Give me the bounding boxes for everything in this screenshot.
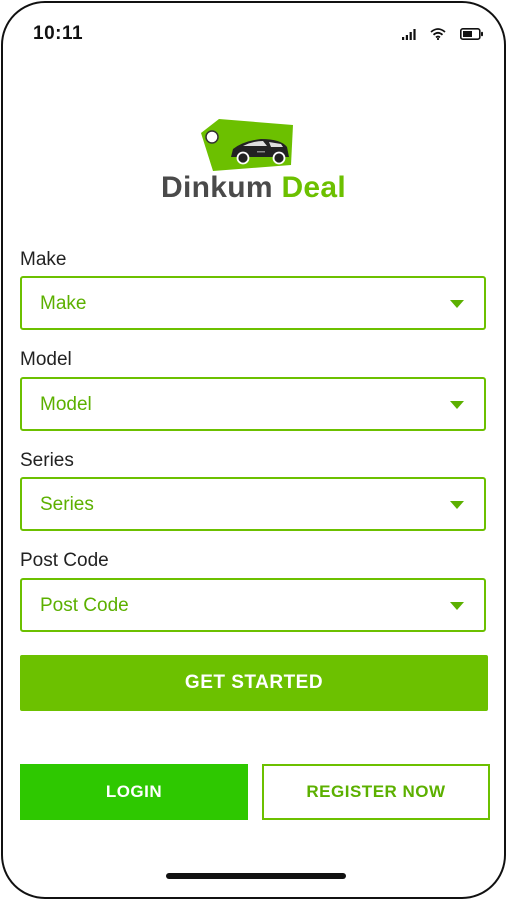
logo: Dinkum Deal	[3, 111, 504, 211]
chevron-down-icon	[450, 401, 464, 409]
make-select-value: Make	[40, 293, 87, 314]
logo-wordmark: Dinkum Deal	[3, 171, 504, 205]
postcode-select-value: Post Code	[40, 595, 129, 616]
chevron-down-icon	[450, 602, 464, 610]
chevron-down-icon	[450, 501, 464, 509]
model-select-value: Model	[40, 394, 92, 415]
car-price-tag-icon	[197, 115, 299, 178]
logo-word-dinkum: Dinkum	[160, 171, 273, 204]
chevron-down-icon	[450, 300, 464, 308]
status-icons	[402, 27, 484, 45]
status-bar: 10:11	[3, 3, 504, 63]
postcode-select[interactable]: Post Code	[20, 578, 486, 632]
status-time: 10:11	[33, 23, 84, 44]
login-button[interactable]: LOGIN	[20, 764, 248, 820]
home-indicator[interactable]	[166, 873, 346, 879]
model-select[interactable]: Model	[20, 377, 486, 431]
battery-icon	[460, 27, 484, 45]
phone-frame: 10:11 Dinkum Deal Make Make Model Model …	[1, 1, 506, 899]
wifi-icon	[430, 27, 446, 45]
get-started-button[interactable]: GET STARTED	[20, 655, 488, 711]
series-select-value: Series	[40, 494, 94, 515]
series-label: Series	[20, 450, 74, 471]
logo-word-deal: Deal	[281, 171, 347, 204]
make-select[interactable]: Make	[20, 276, 486, 330]
series-select[interactable]: Series	[20, 477, 486, 531]
postcode-label: Post Code	[20, 550, 109, 571]
register-now-button[interactable]: REGISTER NOW	[262, 764, 490, 820]
make-label: Make	[20, 249, 67, 270]
model-label: Model	[20, 349, 72, 370]
signal-icon	[402, 27, 416, 45]
